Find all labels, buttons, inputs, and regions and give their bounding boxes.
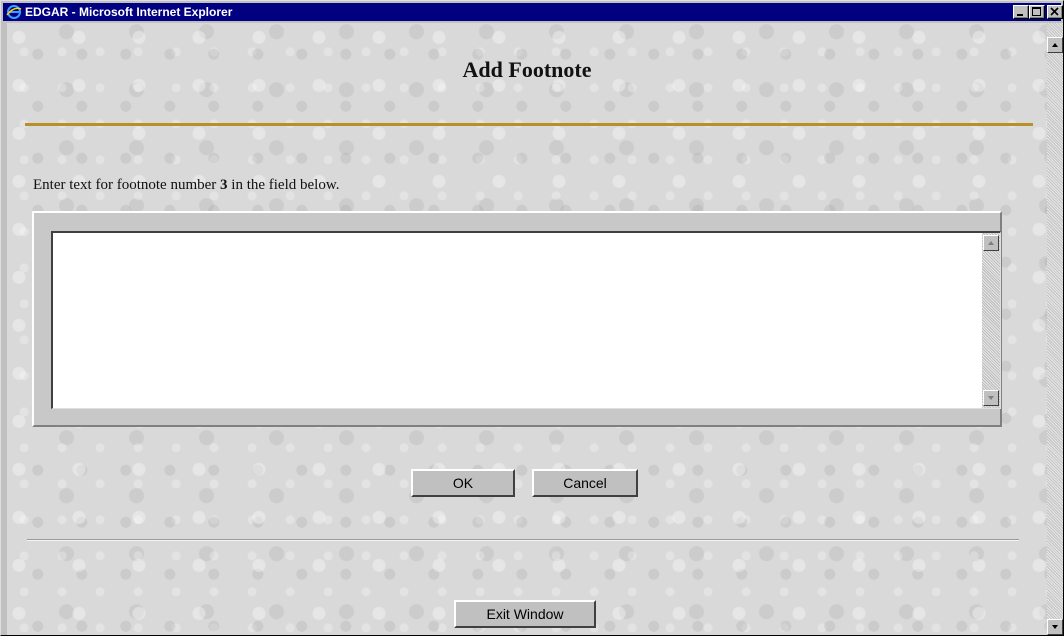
browser-window: EDGAR - Microsoft Internet Explorer Add …	[0, 0, 1064, 636]
header-rule	[25, 123, 1033, 126]
minimize-button[interactable]	[1013, 5, 1029, 19]
footnote-textarea[interactable]	[51, 231, 1001, 409]
instruction-text: Enter text for footnote number 3 in the …	[33, 177, 339, 194]
scroll-up-button[interactable]	[983, 235, 999, 251]
close-icon	[1050, 7, 1059, 16]
page-scroll-down-button[interactable]	[1047, 619, 1063, 635]
window-title: EDGAR - Microsoft Internet Explorer	[25, 5, 233, 19]
ok-button[interactable]: OK	[411, 469, 515, 497]
exit-window-button[interactable]: Exit Window	[454, 600, 596, 628]
page-title: Add Footnote	[462, 57, 592, 82]
page-scroll-up-button[interactable]	[1047, 37, 1063, 53]
arrow-up-icon	[988, 241, 994, 245]
page-content: Add Footnote Enter text for footnote num…	[7, 23, 1047, 635]
maximize-icon	[1032, 7, 1041, 16]
footnote-field-frame	[32, 211, 1002, 427]
arrow-down-icon	[1052, 625, 1058, 629]
textarea-scrollbar[interactable]	[982, 233, 1000, 408]
page-scrollbar[interactable]	[1047, 23, 1063, 635]
arrow-up-icon	[1052, 43, 1058, 47]
section-divider	[27, 539, 1019, 541]
title-bar[interactable]: EDGAR - Microsoft Internet Explorer	[3, 3, 1063, 21]
instruction-prefix: Enter text for footnote number	[33, 177, 221, 193]
maximize-button[interactable]	[1029, 5, 1045, 19]
footnote-number: 3	[220, 177, 228, 193]
instruction-suffix: in the field below.	[227, 177, 340, 193]
cancel-button[interactable]: Cancel	[532, 469, 638, 497]
minimize-icon	[1017, 14, 1023, 16]
close-button[interactable]	[1047, 5, 1063, 19]
arrow-down-icon	[988, 396, 994, 400]
ie-icon[interactable]	[6, 4, 22, 20]
scroll-down-button[interactable]	[983, 390, 999, 406]
